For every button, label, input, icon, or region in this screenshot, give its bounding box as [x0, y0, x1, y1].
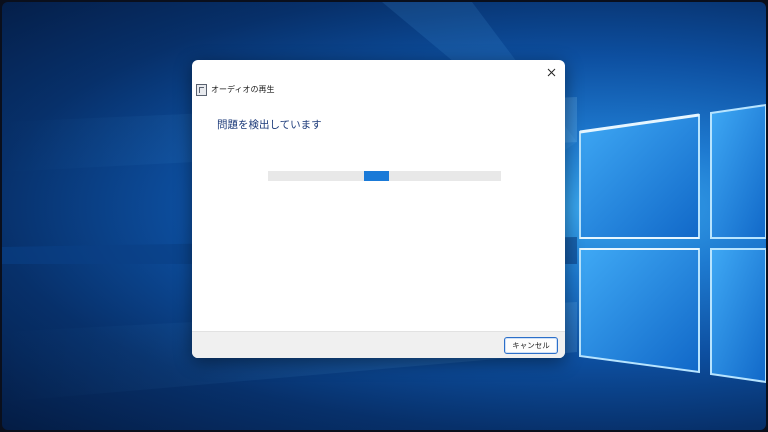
close-button[interactable]: [541, 63, 561, 81]
progress-bar: [268, 171, 501, 181]
cancel-button[interactable]: キャンセル: [504, 337, 558, 354]
desktop: オーディオの再生 問題を検出しています キャンセル: [2, 2, 766, 430]
app-header: オーディオの再生: [196, 83, 274, 97]
troubleshooter-icon: [196, 84, 207, 96]
close-icon: [547, 68, 555, 76]
status-heading: 問題を検出しています: [217, 119, 322, 131]
progress-indicator: [364, 171, 389, 181]
dialog-footer: キャンセル: [192, 331, 565, 358]
screen-frame: オーディオの再生 問題を検出しています キャンセル: [0, 0, 768, 432]
title-bar: オーディオの再生: [192, 60, 565, 100]
app-title: オーディオの再生: [211, 85, 275, 94]
troubleshooter-dialog: オーディオの再生 問題を検出しています キャンセル: [192, 60, 565, 358]
